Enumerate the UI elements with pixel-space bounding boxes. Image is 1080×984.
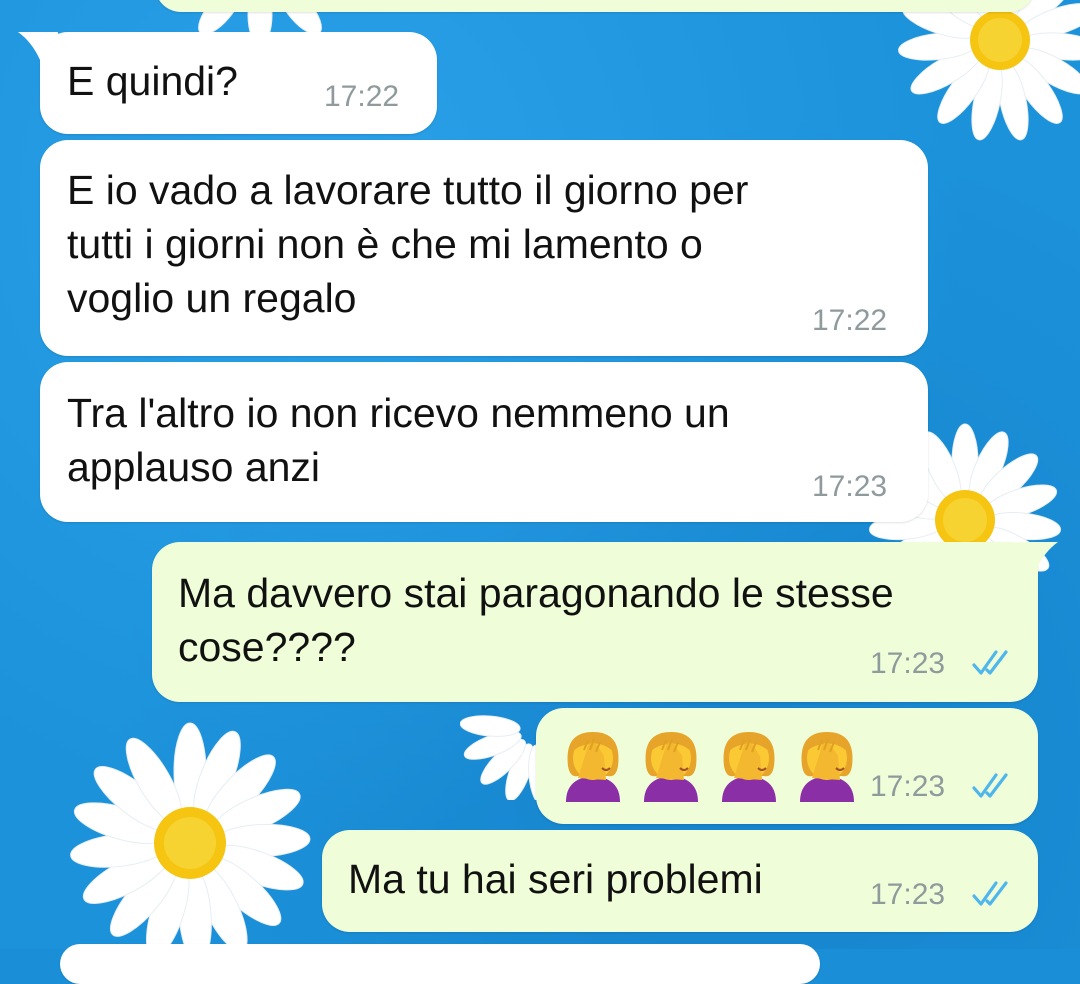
- message-timestamp: 17:23: [812, 470, 888, 503]
- woman-facepalming-emoji: [722, 732, 776, 802]
- double-check-icon: [972, 650, 1008, 675]
- bubble-tail: [18, 32, 58, 60]
- woman-facepalming-emoji: [800, 732, 854, 802]
- message-timestamp: 17:23: [870, 647, 946, 680]
- message-text: E quindi?: [67, 58, 238, 104]
- message-text: Tra l'altro io non ricevo nemmeno un app…: [67, 390, 730, 490]
- message-bubble-outgoing[interactable]: Ma davvero stai paragonando le stesse co…: [152, 542, 1058, 702]
- message-bubble-outgoing[interactable]: Ma tu hai seri problemi 17:23: [322, 830, 1038, 932]
- woman-facepalming-emoji: [644, 732, 698, 802]
- bubble-tail: [1018, 542, 1058, 570]
- message-bubble-outgoing[interactable]: 17:23: [536, 708, 1038, 824]
- next-message-bubble[interactable]: [60, 944, 820, 984]
- message-bubble-incoming[interactable]: E quindi? 17:22: [18, 32, 437, 134]
- emoji-row: [558, 726, 862, 802]
- message-bubble-incoming[interactable]: E io vado a lavorare tutto il giorno per…: [40, 140, 928, 356]
- double-check-icon: [972, 881, 1008, 906]
- message-timestamp: 17:23: [870, 770, 946, 803]
- double-check-icon: [972, 773, 1008, 798]
- message-text: Ma davvero stai paragonando le stesse co…: [178, 570, 894, 670]
- woman-facepalming-emoji: [566, 732, 620, 802]
- message-timestamp: 17:22: [812, 304, 888, 337]
- daisy-decoration: [70, 722, 311, 949]
- previous-message-bubble[interactable]: [155, 0, 1035, 12]
- message-timestamp: 17:23: [870, 878, 946, 911]
- message-text: Ma tu hai seri problemi: [348, 856, 763, 902]
- message-timestamp: 17:22: [324, 80, 400, 113]
- message-bubble-incoming[interactable]: Tra l'altro io non ricevo nemmeno un app…: [40, 362, 928, 522]
- daisy-decoration: [898, 0, 1080, 141]
- message-text: E io vado a lavorare tutto il giorno per…: [67, 167, 749, 321]
